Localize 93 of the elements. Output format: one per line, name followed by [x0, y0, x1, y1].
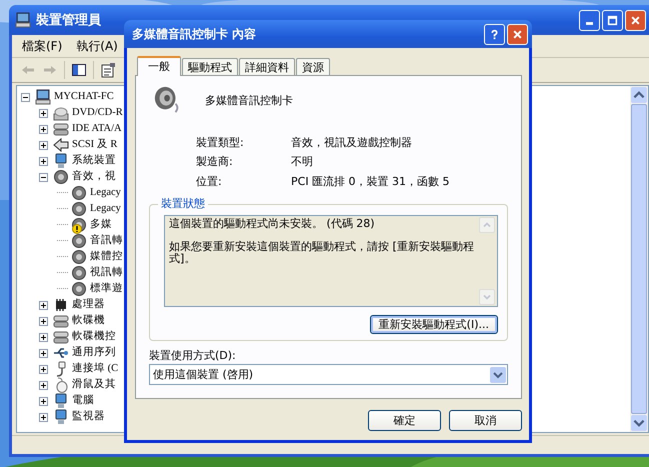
speaker-icon [71, 233, 87, 249]
tree-item[interactable]: DVD/CD-R [72, 107, 123, 119]
dialog-button[interactable]: 確定 [368, 410, 441, 432]
tree-item[interactable]: 系統裝置 [72, 155, 116, 167]
speaker-icon [53, 169, 69, 185]
expand-toggle[interactable] [39, 172, 48, 182]
expand-toggle[interactable] [39, 364, 48, 374]
chip-icon [53, 297, 69, 313]
drive-icon [53, 121, 69, 137]
dialog-button[interactable]: 取消 [449, 410, 522, 432]
help-icon [489, 28, 500, 40]
computer-icon [35, 89, 51, 105]
menu-item[interactable]: 執行(A) [76, 37, 118, 55]
panel-icon[interactable] [71, 62, 87, 78]
help-button[interactable] [484, 24, 505, 44]
expand-toggle[interactable] [39, 156, 48, 166]
usb-icon [53, 345, 69, 361]
status-message: 如果您要重新安裝這個裝置的驅動程式，請按 [重新安裝驅動程式]。 [169, 241, 474, 264]
minimize-icon [586, 22, 593, 25]
tree-item[interactable]: 通用序列 [72, 347, 116, 359]
tab[interactable]: 驅動程式 [182, 58, 238, 76]
property-value: 音效，視訊及遊戲控制器 [291, 136, 413, 150]
monitor-icon [53, 393, 69, 409]
speaker-icon [71, 185, 87, 201]
close-icon [512, 28, 523, 40]
tree-item[interactable]: 軟碟機 [72, 315, 105, 327]
scroll-thumb[interactable] [631, 104, 647, 414]
tab[interactable]: 資源 [296, 58, 330, 76]
maximize-icon [607, 14, 618, 26]
menu-item[interactable]: 檔案(F) [22, 37, 62, 55]
monitor-icon [53, 409, 69, 425]
tree-item[interactable]: 電腦 [72, 395, 94, 407]
tab[interactable]: 詳細資料 [239, 58, 295, 76]
tree-item[interactable]: 音效，視 [72, 171, 116, 183]
field-label: 裝置使用方式(D): [149, 348, 237, 362]
tab[interactable]: 一般 [137, 56, 181, 76]
property-label: 裝置類型: [196, 136, 245, 150]
expand-toggle[interactable] [39, 140, 48, 150]
property-label: 位置: [196, 174, 223, 188]
window-title: 裝置管理員 [36, 12, 101, 29]
tree-item[interactable]: 視訊轉 [90, 267, 123, 279]
expand-toggle[interactable] [21, 92, 30, 102]
tree-item[interactable]: 多媒 [90, 219, 112, 231]
expand-toggle[interactable] [39, 316, 48, 326]
close-icon [630, 14, 641, 26]
usage-dropdown[interactable]: 使用這個裝置 (啓用) [149, 364, 508, 386]
tree-item[interactable]: 滑鼠及其 [72, 379, 116, 391]
tree-item[interactable]: Legacy [90, 187, 121, 199]
speaker-icon [71, 201, 87, 217]
maximize-button[interactable] [602, 10, 623, 30]
tree-item[interactable]: MYCHAT-FC [54, 91, 114, 103]
expand-toggle[interactable] [39, 412, 48, 422]
drive-icon [53, 313, 69, 329]
monitor-icon [53, 153, 69, 169]
expand-toggle[interactable] [39, 300, 48, 310]
scroll-down-icon[interactable] [631, 415, 647, 431]
expand-toggle[interactable] [39, 396, 48, 406]
scroll-up-icon[interactable] [631, 87, 647, 103]
group-title: 裝置狀態 [158, 196, 208, 210]
tree-item[interactable]: Legacy [90, 203, 121, 215]
tree-item[interactable]: 連接埠 (C [72, 363, 118, 375]
reinstall-driver-button[interactable]: 重新安裝驅動程式(I)... [370, 314, 498, 334]
expand-toggle[interactable] [39, 108, 48, 118]
computer-icon [15, 12, 31, 28]
drive-icon [53, 329, 69, 345]
scrollbar[interactable] [630, 86, 648, 432]
status-message: 這個裝置的驅動程式尚未安裝。 (代碼 28) [169, 218, 376, 230]
property-value: PCI 匯流排 0，裝置 31，函數 5 [291, 174, 451, 188]
properties-icon[interactable] [100, 62, 116, 78]
speaker-icon [71, 265, 87, 281]
minimize-button[interactable] [579, 10, 600, 30]
close-button[interactable] [625, 10, 646, 30]
dialog-title: 多媒體音訊控制卡 內容 [132, 26, 256, 42]
disc-drive-icon [53, 105, 69, 121]
speaker-icon [71, 249, 87, 265]
tree-item[interactable]: IDE ATA/A [72, 123, 122, 135]
property-value: 不明 [291, 155, 314, 169]
expand-toggle[interactable] [39, 380, 48, 390]
tree-item[interactable]: 媒體控 [90, 251, 123, 263]
arrow-icon [53, 137, 69, 153]
tree-item[interactable]: SCSI 及 R [72, 139, 118, 151]
property-label: 製造商: [196, 155, 234, 169]
device-name: 多媒體音訊控制卡 [205, 94, 293, 107]
close-button[interactable] [507, 24, 528, 44]
tree-item[interactable]: 標準遊 [90, 283, 123, 295]
expand-toggle[interactable] [39, 332, 48, 342]
expand-toggle[interactable] [39, 124, 48, 134]
tree-item[interactable]: 監視器 [72, 411, 105, 423]
tree-item[interactable]: 軟碟機控 [72, 331, 116, 343]
speaker-icon [71, 281, 87, 297]
tree-item[interactable]: 音訊轉 [90, 235, 123, 247]
tree-item[interactable]: 處理器 [72, 299, 105, 311]
expand-toggle[interactable] [39, 348, 48, 358]
